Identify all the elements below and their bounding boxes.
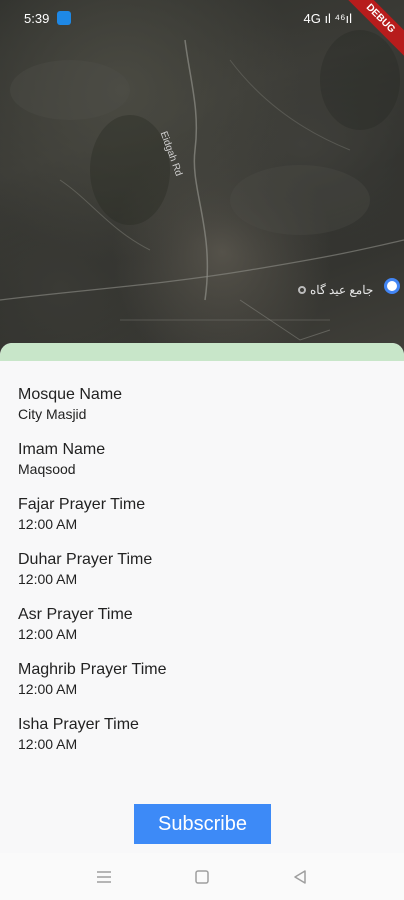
mosque-name-field: Mosque Name City Masjid — [18, 385, 386, 423]
status-time: 5:39 — [24, 10, 50, 26]
signal-status: 4G ıl ⁴⁶ıl — [303, 10, 352, 26]
field-label: Asr Prayer Time — [18, 606, 133, 623]
map-place-label[interactable]: جامع عید گاه — [298, 283, 373, 297]
field-value: 12:00 AM — [18, 626, 78, 642]
maghrib-time-field: Maghrib Prayer Time 12:00 AM — [18, 660, 386, 698]
place-pin-icon — [298, 286, 306, 294]
sheet-handle[interactable] — [0, 343, 404, 361]
app-notification-icon — [57, 11, 72, 25]
field-label: Imam Name — [18, 441, 106, 458]
fajar-time-field: Fajar Prayer Time 12:00 AM — [18, 495, 386, 533]
system-nav-bar — [0, 853, 404, 900]
field-label: Fajar Prayer Time — [18, 496, 146, 513]
back-triangle-icon[interactable] — [290, 867, 310, 887]
field-label: Mosque Name — [18, 386, 123, 403]
map-terrain — [0, 30, 404, 341]
field-label: Isha Prayer Time — [18, 716, 139, 733]
place-name: جامع عید گاه — [310, 283, 374, 297]
field-value: City Masjid — [18, 406, 87, 422]
imam-name-field: Imam Name Maqsood — [18, 440, 386, 478]
menu-icon[interactable] — [94, 867, 114, 887]
field-value: Maqsood — [18, 461, 76, 477]
field-label: Maghrib Prayer Time — [18, 661, 167, 678]
subscribe-button[interactable]: Subscribe — [134, 804, 271, 844]
location-marker-icon[interactable] — [384, 278, 400, 294]
field-value: 12:00 AM — [18, 516, 78, 532]
field-value: 12:00 AM — [18, 571, 78, 587]
status-bar: 5:39 4G ıl ⁴⁶ıl — [0, 0, 404, 36]
field-value: 12:00 AM — [18, 736, 78, 752]
mosque-details-sheet: Mosque Name City Masjid Imam Name Maqsoo… — [0, 343, 404, 853]
duhar-time-field: Duhar Prayer Time 12:00 AM — [18, 550, 386, 588]
field-label: Duhar Prayer Time — [18, 551, 153, 568]
isha-time-field: Isha Prayer Time 12:00 AM — [18, 715, 386, 753]
field-value: 12:00 AM — [18, 681, 78, 697]
home-square-icon[interactable] — [192, 867, 212, 887]
asr-time-field: Asr Prayer Time 12:00 AM — [18, 605, 386, 643]
map-view[interactable]: 5:39 4G ıl ⁴⁶ıl DEBUG Eidgah Rd جامع عید… — [0, 0, 404, 360]
